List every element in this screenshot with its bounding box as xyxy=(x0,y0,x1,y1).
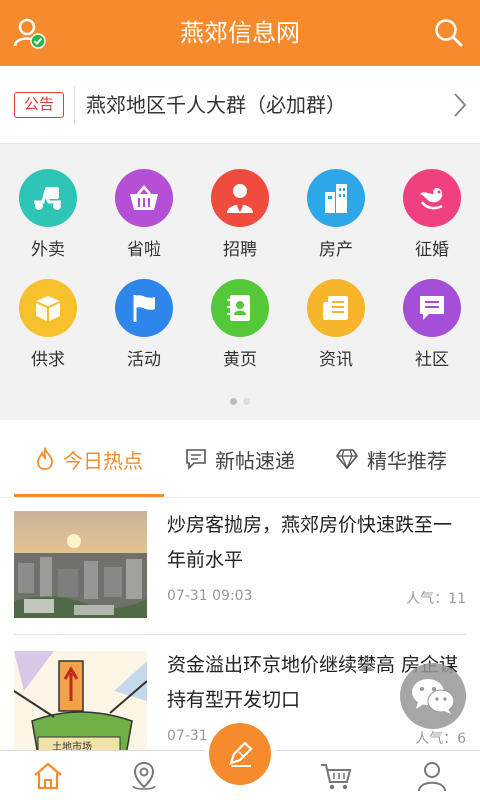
category-label: 黄页 xyxy=(223,350,257,370)
article-popularity: 人气：11 xyxy=(406,591,466,607)
article-popularity: 人气：6 xyxy=(415,731,466,747)
tab-hot-today[interactable]: 今日热点 xyxy=(14,420,164,498)
search-button[interactable] xyxy=(434,18,464,48)
location-icon xyxy=(132,761,156,790)
category-label: 外卖 xyxy=(31,240,65,260)
profile-icon xyxy=(418,762,446,792)
box-icon xyxy=(19,279,77,337)
page-title: 燕郊信息网 xyxy=(180,19,300,47)
category-jobs[interactable]: 招聘 xyxy=(192,169,288,260)
category-label: 招聘 xyxy=(223,240,257,260)
thumb-sign-text: 土地市场 xyxy=(52,740,92,750)
category-dating[interactable]: 征婚 xyxy=(384,169,480,260)
message-icon xyxy=(403,279,461,337)
nav-home[interactable] xyxy=(28,757,68,795)
nav-profile[interactable] xyxy=(412,757,452,795)
tab-new-posts[interactable]: 新帖速递 xyxy=(164,420,316,498)
nav-cart[interactable] xyxy=(316,757,356,795)
person-tie-icon xyxy=(211,169,269,227)
page-indicator xyxy=(0,390,480,409)
category-label: 房产 xyxy=(319,240,353,260)
category-events[interactable]: 活动 xyxy=(96,279,192,370)
scooter-icon xyxy=(19,169,77,227)
basket-icon xyxy=(115,169,173,227)
chevron-right-icon xyxy=(454,93,467,117)
category-label: 征婚 xyxy=(415,240,449,260)
comment-icon xyxy=(186,449,206,470)
category-savings[interactable]: 省啦 xyxy=(96,169,192,260)
category-label: 资讯 xyxy=(319,350,353,370)
category-takeout[interactable]: 外卖 xyxy=(0,169,96,260)
flag-icon xyxy=(115,279,173,337)
app-header: 燕郊信息网 xyxy=(0,0,480,66)
news-icon xyxy=(307,279,365,337)
building-icon xyxy=(307,169,365,227)
category-label: 社区 xyxy=(415,350,449,370)
notice-divider xyxy=(74,86,75,124)
article-date: 07-31 09:03 xyxy=(167,588,253,604)
notice-bar[interactable]: 公告 燕郊地区千人大群（必加群） xyxy=(0,66,480,144)
compose-button[interactable] xyxy=(209,723,271,785)
category-real-estate[interactable]: 房产 xyxy=(288,169,384,260)
notice-badge: 公告 xyxy=(14,92,64,118)
wechat-float-button[interactable] xyxy=(400,663,466,729)
nav-location[interactable] xyxy=(124,757,164,795)
article-thumbnail: 土地市场 xyxy=(14,651,147,750)
compose-icon xyxy=(229,741,253,767)
article-item[interactable]: 炒房客抛房，燕郊房价快速跌至一年前水平 07-31 09:03 人气：11 xyxy=(0,498,480,638)
page-dot xyxy=(243,398,250,405)
divider xyxy=(14,634,466,635)
category-supply-demand[interactable]: 供求 xyxy=(0,279,96,370)
bird-icon xyxy=(403,169,461,227)
diamond-icon xyxy=(336,449,358,470)
flame-icon xyxy=(37,447,53,470)
active-tab-indicator xyxy=(14,494,164,497)
category-label: 供求 xyxy=(31,350,65,370)
home-icon xyxy=(34,762,62,790)
tab-label: 新帖速递 xyxy=(215,448,295,473)
category-news[interactable]: 资讯 xyxy=(288,279,384,370)
wechat-icon xyxy=(412,679,455,714)
article-headline[interactable]: 炒房客抛房，燕郊房价快速跌至一年前水平 xyxy=(167,508,467,578)
contact-book-icon xyxy=(211,279,269,337)
tab-label: 今日热点 xyxy=(63,448,143,473)
category-grid: 外卖 省啦 招聘 房产 征婚 供求 活动 黄页 资讯 社区 xyxy=(0,146,480,420)
category-label: 活动 xyxy=(127,350,161,370)
category-yellow-pages[interactable]: 黄页 xyxy=(192,279,288,370)
category-community[interactable]: 社区 xyxy=(384,279,480,370)
search-icon xyxy=(435,19,463,47)
tab-label: 精华推荐 xyxy=(367,448,447,473)
cart-icon xyxy=(321,764,352,790)
category-label: 省啦 xyxy=(127,240,161,260)
article-thumbnail xyxy=(14,511,147,618)
tab-featured[interactable]: 精华推荐 xyxy=(316,420,466,498)
page-dot-active xyxy=(230,398,237,405)
feed-tabs: 今日热点 新帖速递 精华推荐 xyxy=(0,420,480,498)
notice-text[interactable]: 燕郊地区千人大群（必加群） xyxy=(86,66,346,144)
